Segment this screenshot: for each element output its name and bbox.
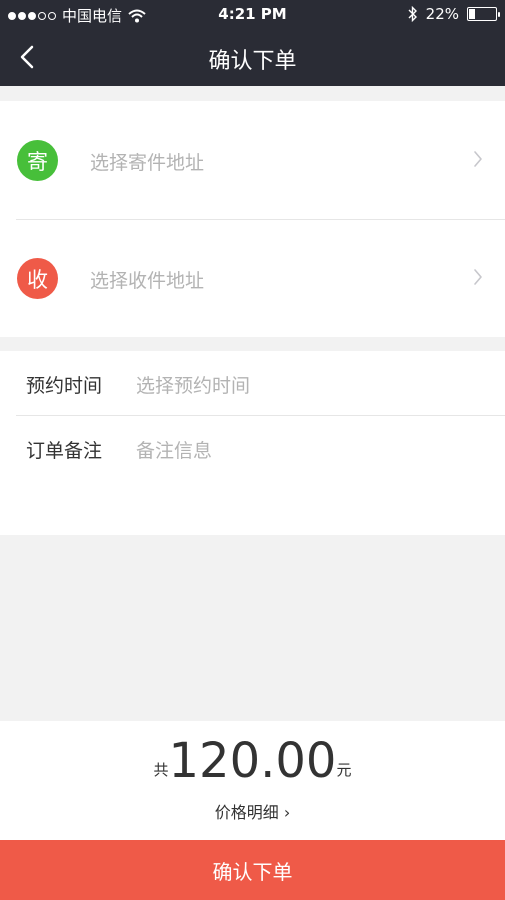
order-note-field[interactable]: 备注信息 [136,436,212,463]
total-unit: 元 [336,761,352,779]
nav-bar: 确认下单 [0,28,505,86]
order-info-card: 预约时间 选择预约时间 订单备注 备注信息 [0,351,505,535]
status-right: 22% [408,5,500,23]
sender-address-placeholder: 选择寄件地址 [90,152,205,174]
total-price: 共120.00元 [0,733,505,789]
battery-percent: 22% [425,5,459,23]
page-title: 确认下单 [208,49,297,74]
confirm-order-button[interactable]: 确认下单 [0,840,505,900]
receiver-address-placeholder: 选择收件地址 [90,270,205,292]
total-panel: 共120.00元 价格明细 › [0,721,505,840]
appointment-time-row[interactable]: 预约时间 选择预约时间 [0,351,505,415]
receiver-badge: 收 [17,258,58,299]
price-detail-link[interactable]: 价格明细 › [0,799,505,823]
battery-fill [469,9,475,19]
bluetooth-icon [408,6,417,22]
chevron-right-icon [474,269,482,285]
appointment-time-label: 预约时间 [26,375,103,397]
appointment-time-field[interactable]: 选择预约时间 [136,371,250,398]
total-prefix: 共 [153,761,169,779]
total-amount: 120.00 [168,733,337,789]
order-note-row[interactable]: 订单备注 备注信息 [0,416,505,480]
battery-icon [467,7,500,21]
status-bar: 中国电信 4:21 PM 22% [0,0,505,28]
order-note-label: 订单备注 [26,440,103,462]
chevron-right-icon [474,151,482,167]
sender-badge: 寄 [17,140,58,181]
select-receiver-address-row[interactable]: 收 选择收件地址 [0,219,505,337]
select-sender-address-row[interactable]: 寄 选择寄件地址 [0,101,505,219]
address-card: 寄 选择寄件地址 收 选择收件地址 [0,101,505,337]
